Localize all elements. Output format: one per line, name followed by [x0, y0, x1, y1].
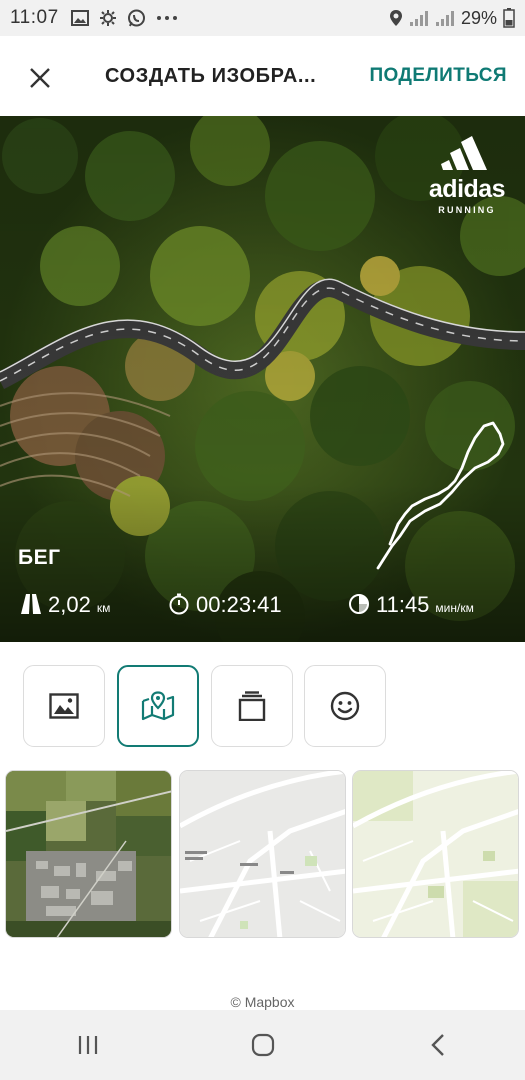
back-button[interactable]: [408, 1020, 468, 1070]
duration-stat: 00:23:41: [168, 590, 282, 618]
home-button[interactable]: [233, 1020, 293, 1070]
status-right: 29%: [389, 8, 515, 29]
layout-button[interactable]: [211, 665, 293, 747]
image-icon: [49, 693, 79, 719]
distance-unit: км: [96, 601, 111, 615]
outdoors-map-thumbnail: [353, 771, 518, 937]
distance-value: 2,02: [48, 592, 91, 617]
back-icon: [430, 1034, 444, 1056]
sticker-button[interactable]: [304, 665, 386, 747]
adidas-running-logo: adidas RUNNING: [427, 136, 507, 215]
duration-value: 00:23:41: [196, 592, 282, 617]
app-header: СОЗДАТЬ ИЗОБРА... ПОДЕЛИТЬСЯ: [0, 36, 525, 116]
road-icon: [21, 594, 41, 614]
whatsapp-icon: [127, 9, 145, 26]
recent-apps-button[interactable]: [58, 1020, 118, 1070]
notification-icons: [70, 9, 178, 28]
page-title: СОЗДАТЬ ИЗОБРА...: [105, 65, 317, 87]
more-dots-icon: [156, 16, 177, 20]
battery-percent: 29%: [460, 7, 497, 28]
close-button[interactable]: [24, 62, 56, 94]
pace-stat: 11:45 мин/км: [348, 590, 474, 618]
brand-name: adidas: [428, 175, 506, 203]
signal-icon: [435, 11, 454, 26]
map-pin-icon: [141, 691, 175, 721]
photo-background-button[interactable]: [23, 665, 105, 747]
map-background-button[interactable]: [117, 665, 199, 747]
map-style-streets[interactable]: [179, 770, 346, 938]
home-icon: [251, 1033, 274, 1057]
share-button[interactable]: ПОДЕЛИТЬСЯ: [369, 65, 507, 87]
pace-value: 11:45: [376, 592, 430, 617]
activity-stats: 2,02 км 00:23:41 11:45 мин/км: [0, 590, 525, 626]
distance-stat: 2,02 км: [20, 590, 110, 618]
close-icon: [30, 68, 50, 88]
status-time: 11:07: [10, 7, 59, 28]
activity-type: БЕГ: [18, 546, 61, 569]
pace-unit: мин/км: [435, 601, 474, 615]
adidas-logo-icon: [441, 136, 487, 170]
smiley-icon: [330, 691, 360, 721]
activity-image-preview: adidas RUNNING БЕГ 2,02 км 00:23:41 11:4…: [0, 116, 525, 642]
recent-apps-icon: [78, 1036, 97, 1054]
satellite-map-thumbnail: [6, 771, 171, 937]
stopwatch-icon: [169, 593, 189, 615]
signal-icon: [409, 11, 428, 26]
battery-icon: [503, 8, 515, 28]
status-bar: 11:07 29%: [0, 0, 525, 36]
image-icon: [70, 10, 89, 26]
layers-icon: [238, 691, 266, 721]
location-icon: [389, 10, 402, 26]
gear-icon: [99, 10, 116, 26]
map-style-options: [5, 770, 520, 938]
editor-tools: [23, 665, 403, 747]
pace-icon: [349, 594, 369, 614]
system-navigation-bar: [0, 1010, 525, 1080]
streets-map-thumbnail: [180, 771, 345, 937]
map-attribution: © Mapbox: [230, 994, 295, 1010]
brand-subtitle: RUNNING: [438, 205, 496, 215]
map-style-satellite[interactable]: [5, 770, 172, 938]
map-style-outdoors[interactable]: [352, 770, 519, 938]
